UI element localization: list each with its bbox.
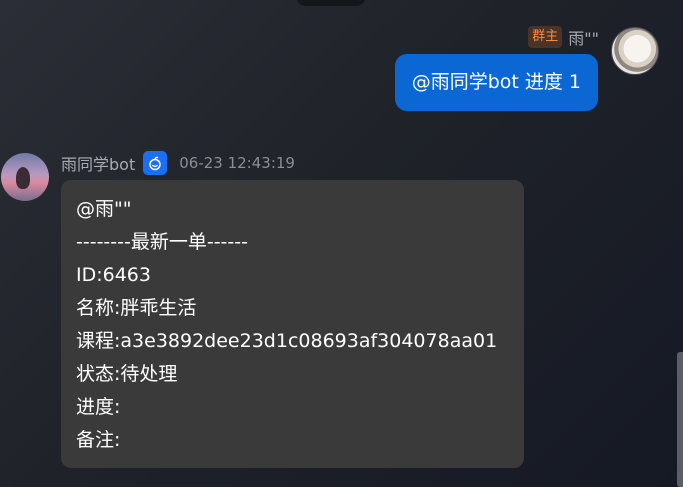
message-line-name: 名称:胖乖生活 [76, 297, 197, 319]
outgoing-avatar[interactable] [611, 27, 659, 75]
message-line-remark: 备注: [76, 429, 121, 451]
message-timestamp: 06-23 12:43:19 [179, 154, 295, 172]
incoming-message-bubble[interactable]: @雨"" --------最新一单------ ID:6463 名称:胖乖生活 … [61, 180, 524, 468]
message-line-course: 课程:a3e3892dee23d1c08693af304078aa01 [76, 330, 498, 352]
incoming-sender-row: 雨同学bot 06-23 12:43:19 [61, 150, 295, 176]
scrollbar-thumb[interactable] [677, 352, 683, 487]
message-line-id: ID:6463 [76, 264, 151, 286]
robot-icon [143, 151, 168, 175]
message-line-mention: @雨"" [76, 198, 132, 220]
outgoing-sender-row: 群主 雨"" [528, 25, 599, 49]
outgoing-message-bubble[interactable]: @雨同学bot 进度 1 [394, 54, 598, 111]
top-floating-pill [296, 0, 366, 6]
outgoing-sender-name[interactable]: 雨"" [568, 25, 599, 49]
message-line-status: 状态:待处理 [76, 363, 178, 385]
bot-sender-name[interactable]: 雨同学bot [61, 151, 135, 175]
message-line-progress: 进度: [76, 396, 121, 418]
message-line-header: --------最新一单------ [76, 231, 248, 253]
bot-avatar[interactable] [1, 153, 49, 201]
group-owner-badge: 群主 [528, 26, 563, 48]
